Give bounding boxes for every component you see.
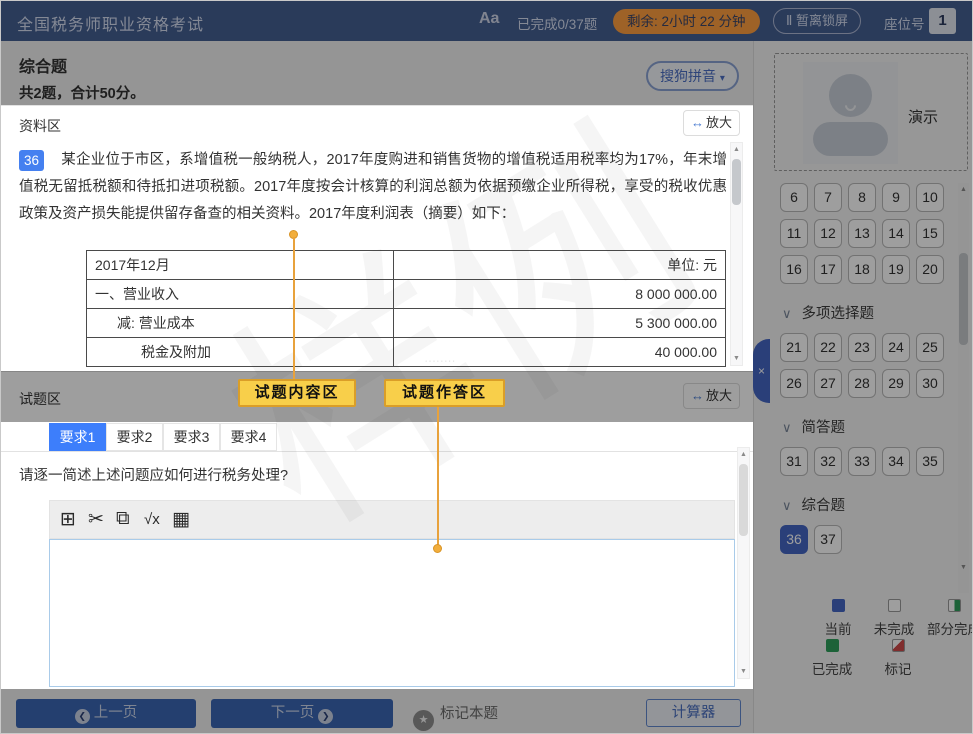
table-header-unit: 单位: 元 <box>393 251 725 280</box>
zoom-label: 放大 <box>706 115 732 130</box>
tab-requirement-3[interactable]: 要求3 <box>163 423 220 451</box>
overlay-sidebar <box>753 105 973 689</box>
scroll-up-icon[interactable]: ▲ <box>738 451 749 458</box>
scroll-up-icon[interactable]: ▲ <box>731 146 742 153</box>
tab-requirement-2[interactable]: 要求2 <box>106 423 163 451</box>
callout-answer-area: 试题作答区 <box>384 379 505 407</box>
insert-icon[interactable]: ⊞ <box>60 508 76 531</box>
question-prompt: 请逐一简述上述问题应如何进行税务处理? <box>19 464 288 485</box>
editor-scrollbar[interactable]: ▲ ▼ <box>737 447 750 679</box>
question-text: 某企业位于市区，系增值税一般纳税人，2017年度购进和销售货物的增值税适用税率均… <box>19 147 727 228</box>
callout-line-answer <box>437 407 439 547</box>
table-icon[interactable]: ▦ <box>172 508 190 531</box>
copy-icon[interactable]: ⧉ <box>116 508 130 530</box>
table-cell-value: 5 300 000.00 <box>393 309 725 338</box>
income-statement-table: 2017年12月单位: 元一、营业收入8 000 000.00减: 营业成本5 … <box>86 250 726 367</box>
scroll-down-icon[interactable]: ▼ <box>738 668 749 675</box>
answer-editor[interactable] <box>49 539 735 687</box>
callout-content-area: 试题内容区 <box>238 379 356 407</box>
overlay-top <box>1 1 973 105</box>
question-text-body: 某企业位于市区，系增值税一般纳税人，2017年度购进和销售货物的增值税适用税率均… <box>19 152 727 222</box>
material-zoom-button[interactable]: ↔放大 <box>683 110 740 136</box>
resize-arrows-icon: ↔ <box>691 115 704 130</box>
table-cell-label: 减: 营业成本 <box>87 309 394 338</box>
tab-requirement-1[interactable]: 要求1 <box>49 423 106 451</box>
callout-dot-answer <box>433 544 442 553</box>
table-header-month: 2017年12月 <box>87 251 394 280</box>
exam-app-window: 全国税务师职业资格考试 Aa 已完成0/37题 剩余: 2小时 22 分钟 Ⅱ … <box>0 0 973 734</box>
cut-icon[interactable]: ✂ <box>88 508 104 531</box>
overlay-bottom <box>1 689 973 734</box>
material-panel-title: 资料区 <box>19 116 61 136</box>
table-row: 税金及附加40 000.00 <box>87 338 726 367</box>
scroll-down-icon[interactable]: ▼ <box>731 355 742 362</box>
scrollbar-thumb[interactable] <box>732 159 741 205</box>
table-cell-label: 一、营业收入 <box>87 280 394 309</box>
panel-splitter-handle[interactable]: ∙∙∙∙∙∙∙∙ <box>421 358 461 365</box>
editor-toolbar: ⊞ ✂ ⧉ √x ▦ <box>49 500 735 539</box>
material-scrollbar[interactable]: ▲ ▼ <box>730 142 743 366</box>
callout-line-content <box>293 237 295 379</box>
formula-icon[interactable]: √x <box>144 511 160 528</box>
table-row: 一、营业收入8 000 000.00 <box>87 280 726 309</box>
table-row: 减: 营业成本5 300 000.00 <box>87 309 726 338</box>
overlay-middle-band <box>1 371 753 422</box>
tab-requirement-4[interactable]: 要求4 <box>220 423 277 451</box>
table-cell-label: 税金及附加 <box>87 338 394 367</box>
requirement-tabs: 要求1要求2要求3要求4 <box>1 423 753 452</box>
table-header-row: 2017年12月单位: 元 <box>87 251 726 280</box>
material-panel: 资料区 ↔放大 36 某企业位于市区，系增值税一般纳税人，2017年度购进和销售… <box>1 105 753 371</box>
scrollbar-thumb[interactable] <box>739 464 748 536</box>
table-cell-value: 8 000 000.00 <box>393 280 725 309</box>
